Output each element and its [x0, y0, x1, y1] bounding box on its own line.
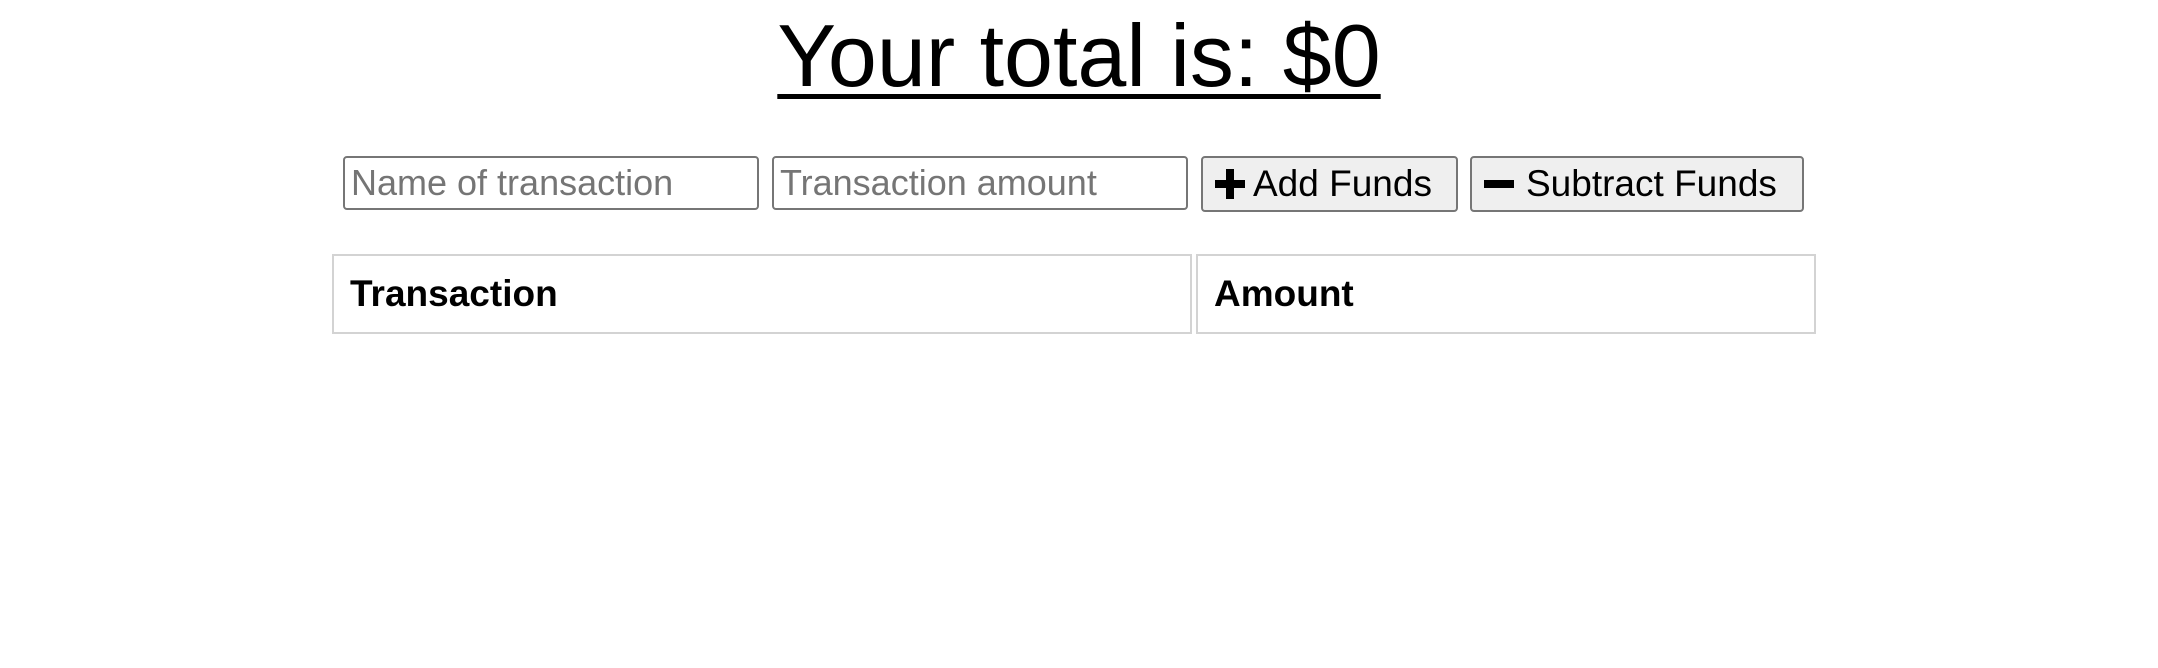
transaction-amount-input[interactable]	[772, 156, 1188, 210]
add-funds-button[interactable]: Add Funds	[1201, 156, 1458, 212]
column-header-amount: Amount	[1196, 254, 1816, 334]
subtract-funds-button[interactable]: Subtract Funds	[1470, 156, 1804, 212]
table-header-row: Transaction Amount	[332, 254, 1816, 334]
transactions-table: Transaction Amount	[332, 254, 1816, 334]
total-text: Your total is: $0	[777, 6, 1381, 105]
minus-icon	[1484, 169, 1514, 199]
total-heading: Your total is: $0	[0, 6, 2158, 106]
add-funds-label: Add Funds	[1253, 163, 1432, 204]
budget-page: Your total is: $0 Add Funds Subtract Fun…	[0, 0, 2158, 668]
column-header-transaction: Transaction	[332, 254, 1192, 334]
subtract-funds-label: Subtract Funds	[1526, 163, 1777, 204]
plus-icon	[1215, 169, 1245, 199]
transaction-name-input[interactable]	[343, 156, 759, 210]
